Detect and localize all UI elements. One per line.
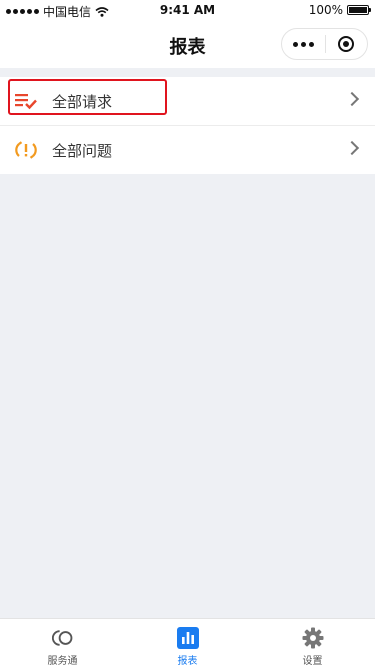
tab-settings[interactable]: 设置: [250, 619, 375, 667]
battery-icon: [347, 5, 371, 15]
chevron-right-icon: [344, 91, 360, 107]
tab-label: 服务通: [47, 656, 78, 667]
gear-icon: [302, 627, 323, 649]
status-bar: 中国电信 9:41 AM 100%: [0, 0, 375, 20]
battery-percent: 100%: [308, 3, 343, 17]
tab-service[interactable]: 服务通: [0, 619, 125, 667]
tab-reports[interactable]: 报表: [125, 619, 250, 667]
list-item-label: 全部请求: [52, 93, 113, 111]
screen: 中国电信 9:41 AM 100% 报表 全部请求 全部问题 服务通 报表 设置: [0, 0, 375, 667]
mini-program-capsule: [281, 28, 368, 60]
list-item-all-requests[interactable]: 全部请求: [0, 77, 375, 125]
tab-label: 设置: [302, 656, 323, 667]
service-icon: [51, 630, 72, 646]
chevron-right-icon: [344, 140, 360, 156]
list-item-all-problems[interactable]: 全部问题: [0, 125, 375, 174]
nav-bar: 报表: [0, 20, 375, 68]
tab-label: 报表: [177, 656, 198, 667]
list-item-label: 全部问题: [52, 142, 113, 160]
tab-bar: 服务通 报表 设置: [0, 618, 375, 667]
more-dots-icon[interactable]: [282, 29, 325, 59]
bar-chart-icon: [176, 627, 199, 649]
close-ring-icon[interactable]: [325, 29, 367, 59]
status-right: 100%: [308, 3, 371, 17]
request-list-icon: [15, 94, 37, 110]
report-list: 全部请求 全部问题: [0, 77, 375, 174]
problem-icon: [15, 141, 37, 159]
